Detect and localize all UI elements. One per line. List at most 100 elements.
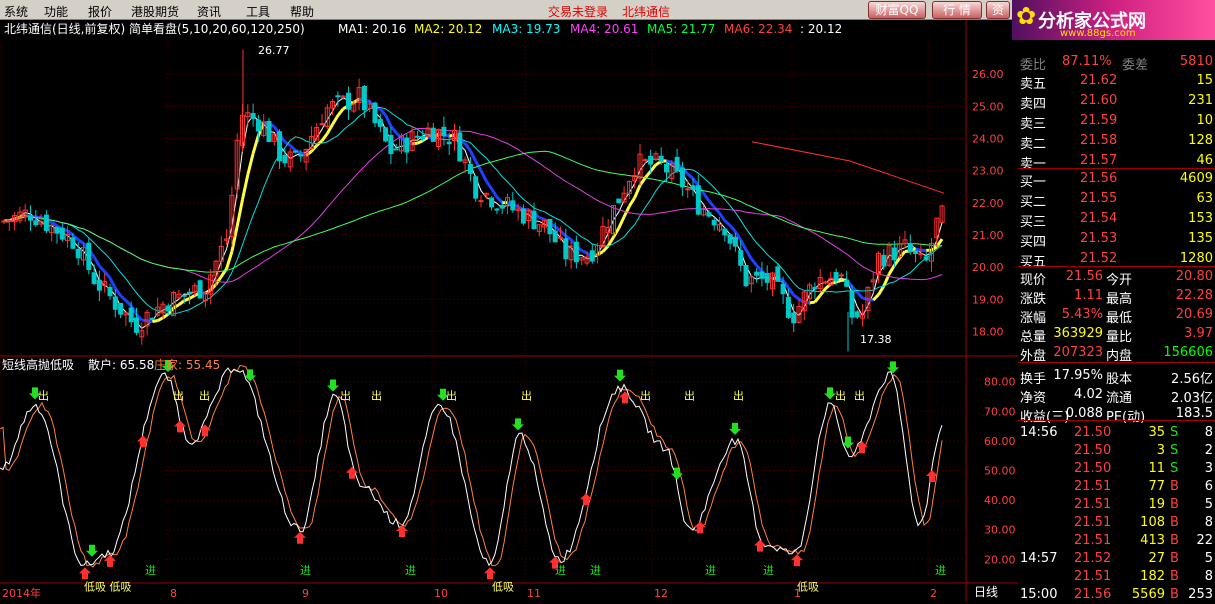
ma2-segment (757, 265, 762, 271)
ask-row[interactable]: 卖五21.6215 (1018, 72, 1215, 90)
tick-row[interactable]: 14:5721.5227B5 (1018, 550, 1215, 568)
ma2-segment (539, 218, 544, 220)
candle-body (680, 168, 684, 187)
tick-volume: 182 (1140, 569, 1165, 584)
tick-row[interactable]: 21.503S2 (1018, 442, 1215, 460)
menu-news[interactable]: 资讯 (197, 3, 221, 20)
menu-help[interactable]: 帮助 (290, 3, 314, 20)
tick-row[interactable]: 14:5621.5035S8 (1018, 424, 1215, 442)
tick-time: 15:00 (1020, 587, 1057, 602)
candle-body (590, 251, 594, 261)
ma2-segment (693, 179, 698, 186)
candle-body (468, 165, 472, 174)
ma2-segment (333, 116, 338, 125)
price-tick: 19.00 (972, 293, 1004, 306)
tick-row[interactable]: 21.5177B6 (1018, 478, 1215, 496)
ask-row[interactable]: 卖四21.60231 (1018, 92, 1215, 110)
trade-status[interactable]: 交易未登录 (548, 3, 608, 20)
wealth-qq-button[interactable]: 财富QQ (868, 1, 926, 19)
ma2-segment (725, 221, 730, 226)
ask-row[interactable]: 卖三21.5910 (1018, 112, 1215, 130)
candle-body (500, 205, 504, 208)
bid-row[interactable]: 买二21.5563 (1018, 190, 1215, 208)
quote-button[interactable]: 行 情 (932, 1, 982, 19)
candle-body (665, 164, 669, 171)
ma2-segment (354, 99, 359, 102)
tick-row[interactable]: 21.5011S3 (1018, 460, 1215, 478)
ma2-segment (651, 165, 656, 172)
bid-row[interactable]: 买四21.53135 (1018, 230, 1215, 248)
bid-label: 买四 (1020, 231, 1046, 250)
menu-quote[interactable]: 报价 (88, 3, 112, 20)
ma2-segment (497, 197, 502, 203)
candle-body (643, 160, 647, 161)
ma2-segment (126, 301, 131, 306)
stat-row[interactable]: 净资4.02流通2.03亿 (1018, 386, 1215, 404)
tick-row[interactable]: 21.51108B8 (1018, 514, 1215, 532)
bid-price: 21.53 (1080, 231, 1117, 246)
bid-row[interactable]: 买三21.54153 (1018, 210, 1215, 228)
buy-signal: 进 (763, 564, 774, 577)
tick-row[interactable]: 21.5119B5 (1018, 496, 1215, 514)
menu-function[interactable]: 功能 (44, 3, 68, 20)
ma2-segment (788, 288, 793, 295)
tick-row[interactable]: 15:0021.565569B253 (1018, 586, 1215, 604)
candle-body (135, 318, 139, 332)
tick-volume: 3 (1157, 443, 1165, 458)
stat-row[interactable]: 外盘207323内盘156606 (1018, 344, 1215, 362)
candle-body (267, 121, 271, 141)
tick-volume: 108 (1140, 515, 1165, 530)
ask-row[interactable]: 卖二21.58128 (1018, 132, 1215, 150)
info-button[interactable]: 资 (986, 1, 1010, 19)
buy-signal: 进 (300, 564, 311, 577)
chart-title: 北纬通信(日线,前复权) 简单看盘(5,10,20,60,120,250) (4, 21, 305, 36)
ma2-segment (243, 175, 248, 200)
ma2-segment (227, 252, 232, 269)
ma2-segment (629, 198, 634, 206)
candle-body (34, 221, 38, 225)
tick-volume: 19 (1148, 497, 1165, 512)
sell-signal: 出 (684, 388, 695, 402)
tick-count: 5 (1205, 551, 1213, 566)
ma6-line (752, 142, 944, 193)
low-buy-signal: 低吸 (492, 580, 514, 593)
diff-value: 5810 (1180, 54, 1213, 69)
ma2-segment (174, 305, 179, 308)
quote-panel: 委比 87.11% 委差 5810 卖五21.6215卖四21.60231卖三2… (1018, 40, 1215, 601)
bid-row[interactable]: 买一21.564609 (1018, 170, 1215, 188)
ma-lines (4, 98, 944, 328)
period-label[interactable]: 日线 (974, 585, 998, 599)
menu-futures[interactable]: 港股期货 (131, 3, 179, 20)
stat-label: 涨幅 (1020, 307, 1046, 326)
ma2-segment (391, 126, 396, 133)
sell-signal: 出 (733, 388, 744, 402)
bid-label: 买二 (1020, 191, 1046, 210)
stat-value2: 2.56亿 (1171, 368, 1213, 387)
stat-row[interactable]: 总量363929量比3.97 (1018, 325, 1215, 343)
menu-system[interactable]: 系统 (4, 3, 28, 20)
tick-direction: S (1170, 443, 1178, 458)
tick-row[interactable]: 21.51182B8 (1018, 568, 1215, 586)
tick-row[interactable]: 21.51413B22 (1018, 532, 1215, 550)
tick-direction: B (1170, 533, 1179, 548)
candle-body (2, 221, 6, 222)
stat-row[interactable]: 现价21.56今开20.80 (1018, 268, 1215, 286)
buy-signal: 进 (705, 564, 716, 577)
ma2-segment (158, 318, 163, 321)
stat-row[interactable]: 换手17.95%股本2.56亿 (1018, 367, 1215, 385)
menu-tools[interactable]: 工具 (246, 3, 270, 20)
price-tick: 18.00 (972, 325, 1004, 338)
bid-volume: 63 (1196, 191, 1213, 206)
candle-body (336, 96, 340, 97)
ma2-segment (751, 259, 756, 266)
ask-volume: 10 (1196, 113, 1213, 128)
stat-row[interactable]: 涨跌1.11最高22.28 (1018, 287, 1215, 305)
tick-price: 21.50 (1074, 425, 1111, 440)
tick-price: 21.51 (1074, 515, 1111, 530)
candle-body (495, 209, 499, 210)
tick-count: 3 (1205, 461, 1213, 476)
kline-chart[interactable]: 出出出出出出出出出出出出进进进进进进进进低吸 低吸低吸低吸 26.0025.00… (0, 20, 1018, 601)
candle-body (839, 275, 843, 276)
stat-row[interactable]: 涨幅5.43%最低20.69 (1018, 306, 1215, 324)
stat-label2: 最高 (1106, 288, 1132, 307)
